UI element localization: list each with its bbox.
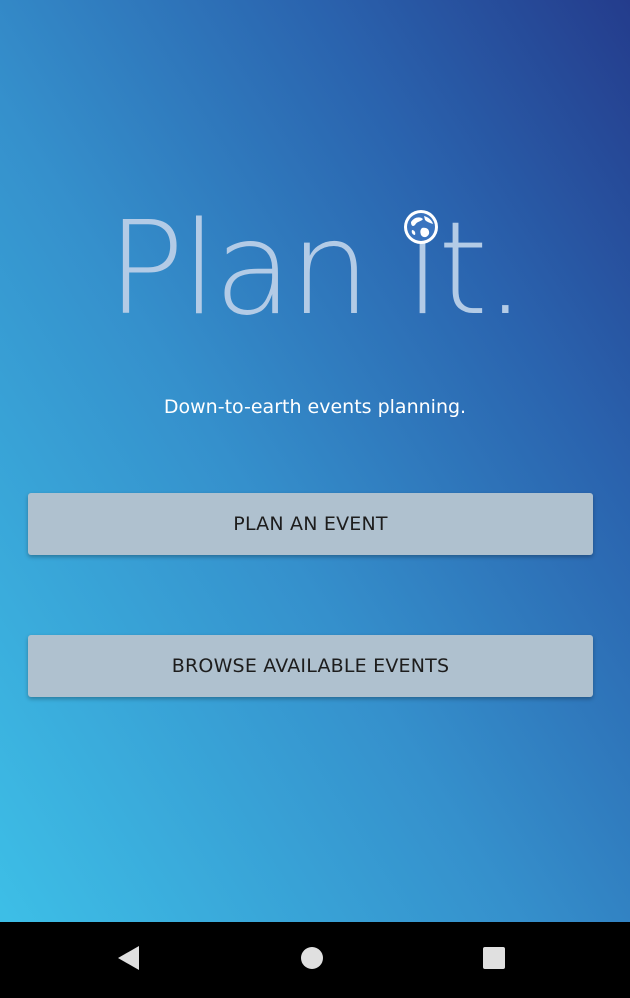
- launch-screen: Plan it. Down-to-earth events planning. …: [0, 0, 630, 998]
- back-triangle-icon[interactable]: [118, 946, 139, 970]
- home-circle-icon[interactable]: [301, 947, 323, 969]
- logo-text: Plan it.: [107, 195, 525, 344]
- plan-event-button[interactable]: PLAN AN EVENT: [28, 493, 593, 555]
- app-logo: Plan it.: [0, 190, 630, 350]
- tagline: Down-to-earth events planning.: [163, 396, 467, 418]
- globe-icon: [404, 210, 438, 244]
- browse-events-button[interactable]: BROWSE AVAILABLE EVENTS: [28, 635, 593, 697]
- recents-square-icon[interactable]: [483, 947, 505, 969]
